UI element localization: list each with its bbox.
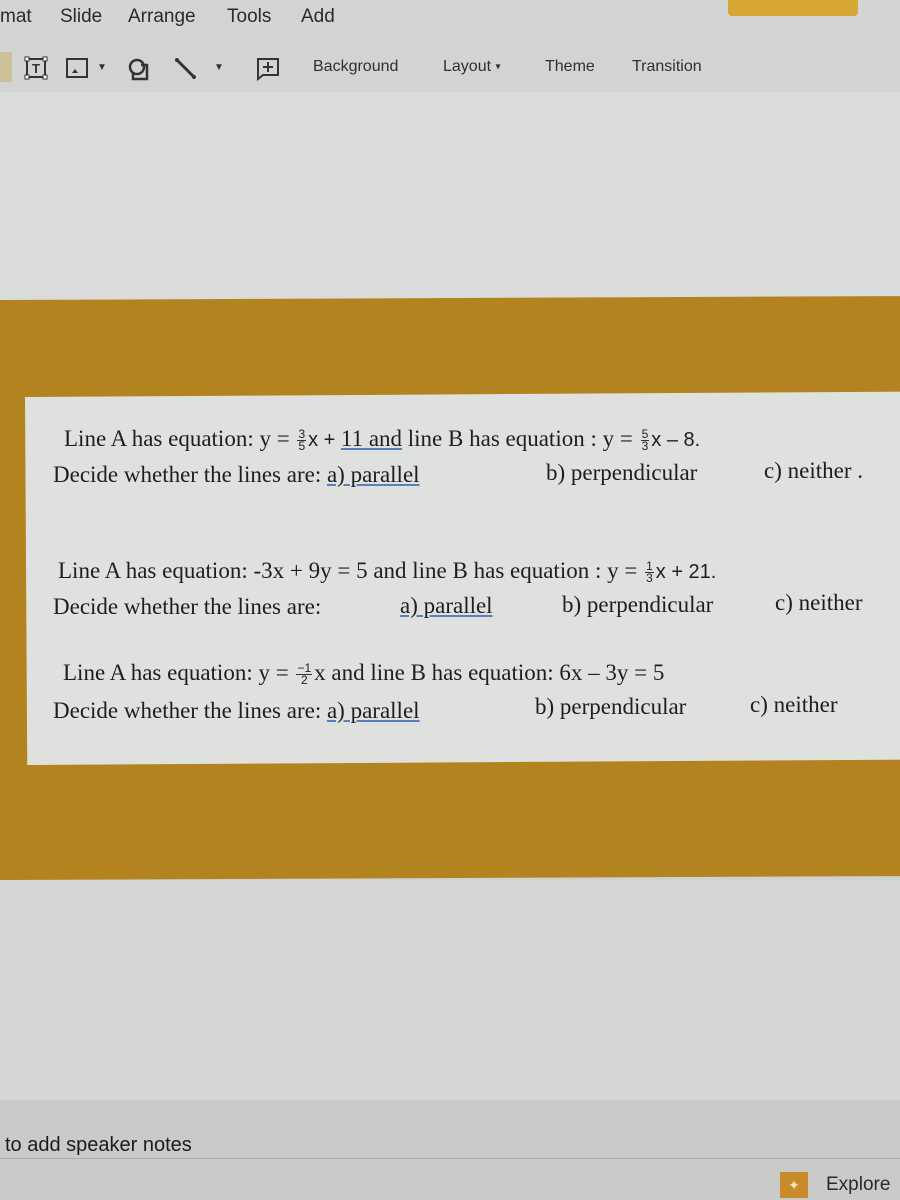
- fraction-1-3: 13: [645, 560, 654, 586]
- q3-option-a: a) parallel: [326, 698, 420, 723]
- question-3-options: Decide whether the lines are: a) paralle…: [53, 698, 420, 724]
- toolbar-edge: [0, 52, 12, 82]
- q1-option-c: c) neither .: [764, 458, 863, 483]
- line-icon[interactable]: [174, 57, 198, 86]
- fraction-5-3: 53: [640, 428, 650, 454]
- q2-prompt: Decide whether the lines are:: [53, 594, 322, 619]
- menu-format[interactable]: mat: [0, 6, 32, 28]
- image-dropdown-caret[interactable]: ▼: [97, 62, 107, 73]
- q3-suffix: x and line B has equation: 6x – 3y = 5: [314, 660, 665, 685]
- question-1-equations: Line A has equation: y = 35x + 11 and li…: [64, 426, 700, 452]
- menu-add[interactable]: Add: [301, 6, 335, 28]
- q2-option-b: b) perpendicular: [562, 592, 714, 617]
- q2-suffix: x + 21.: [655, 561, 717, 583]
- menu-slide[interactable]: Slide: [60, 6, 102, 28]
- frac-den: 3: [641, 439, 649, 454]
- q1-option-b: b) perpendicular: [546, 460, 698, 485]
- notes-divider: [0, 1158, 900, 1159]
- chevron-down-icon: ▾: [495, 61, 501, 73]
- layout-button[interactable]: Layout ▾: [443, 58, 501, 76]
- q3-option-c: c) neither: [750, 692, 838, 717]
- fraction-3-5: 35: [297, 428, 307, 454]
- explore-button[interactable]: ✦ Explore: [780, 1170, 900, 1200]
- q1-suffix: x – 8.: [651, 429, 701, 451]
- question-3-equations: Line A has equation: y = −1 2 x and line B…: [63, 660, 664, 686]
- slide-lower-area: [0, 880, 900, 1100]
- menu-arrange[interactable]: Arrange: [128, 6, 196, 28]
- q1-underlined: 11 and: [340, 426, 403, 451]
- q1-mid-a: x +: [308, 429, 341, 451]
- shape-icon[interactable]: [127, 57, 151, 86]
- menu-tools[interactable]: Tools: [227, 6, 271, 28]
- frac-den: 2: [300, 673, 308, 688]
- text-box-icon[interactable]: T: [24, 56, 48, 85]
- layout-label: Layout: [443, 58, 492, 75]
- q1-prompt: Decide whether the lines are:: [53, 462, 327, 487]
- comment-add-icon[interactable]: [256, 57, 280, 86]
- q1-option-a: a) parallel: [326, 462, 420, 487]
- theme-button[interactable]: Theme: [545, 58, 595, 76]
- q2-option-a: a) parallel: [400, 593, 493, 618]
- explore-label: Explore: [826, 1174, 891, 1195]
- frac-den: 5: [298, 439, 306, 454]
- background-button[interactable]: Background: [313, 58, 398, 76]
- speaker-notes-placeholder[interactable]: to add speaker notes: [5, 1134, 192, 1157]
- question-1-options: Decide whether the lines are: a) paralle…: [53, 462, 420, 488]
- q2-prefix: Line A has equation: -3x + 9y = 5 and li…: [58, 558, 644, 583]
- image-icon[interactable]: [66, 58, 88, 83]
- q3-prompt: Decide whether the lines are:: [53, 698, 327, 723]
- q2-option-c: c) neither: [775, 590, 863, 615]
- question-2-equations: Line A has equation: -3x + 9y = 5 and li…: [58, 558, 716, 584]
- share-button[interactable]: [728, 0, 858, 16]
- question-2-options: Decide whether the lines are:: [53, 594, 321, 620]
- q1-prefix: Line A has equation: y =: [64, 426, 296, 451]
- fraction-neg1-2: −1 2: [296, 662, 313, 688]
- slide-canvas[interactable]: [0, 92, 900, 300]
- transition-button[interactable]: Transition: [632, 58, 702, 76]
- explore-icon: ✦: [780, 1172, 808, 1198]
- line-dropdown-caret[interactable]: ▼: [214, 62, 224, 73]
- frac-den: 3: [646, 571, 653, 586]
- q3-option-b: b) perpendicular: [535, 694, 687, 719]
- svg-text:T: T: [32, 61, 40, 76]
- q3-prefix: Line A has equation: y =: [63, 660, 295, 685]
- q1-mid: line B has equation : y =: [402, 426, 639, 451]
